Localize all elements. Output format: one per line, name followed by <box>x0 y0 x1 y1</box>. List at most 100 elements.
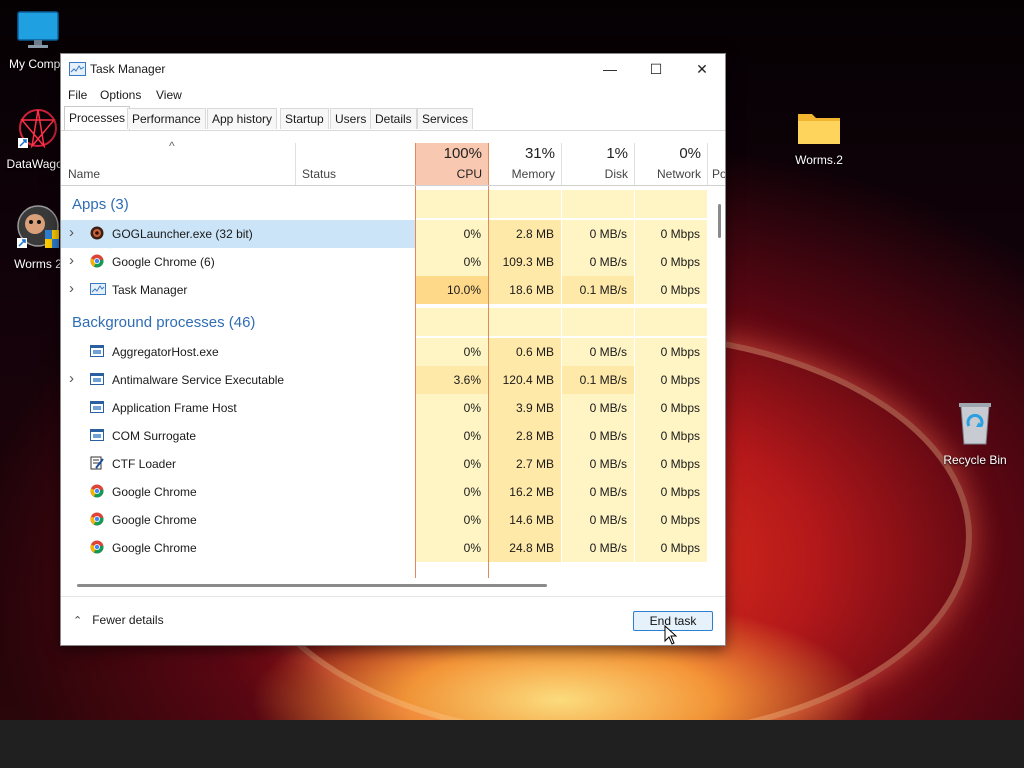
process-name: Antimalware Service Executable <box>112 373 285 387</box>
table-row[interactable]: CTF Loader 0% 2.7 MB 0 MB/s 0 Mbps <box>61 450 715 478</box>
memory-value: 18.6 MB <box>509 283 554 297</box>
table-row[interactable]: Application Frame Host 0% 3.9 MB 0 MB/s 0 Mb… <box>61 394 715 422</box>
tab-services[interactable]: Services <box>417 108 474 129</box>
column-label: Name <box>68 167 101 181</box>
group-header-background[interactable]: Background processes (46) <box>61 308 715 336</box>
scrollbar-thumb[interactable] <box>77 584 547 587</box>
network-value: 0 Mbps <box>660 513 700 527</box>
memory-cell: 18.6 MB <box>489 276 561 304</box>
table-row[interactable]: › Google Chrome (6) 0% 109.3 MB 0 MB/s 0 Mbps <box>61 248 715 276</box>
network-value: 0 Mbps <box>660 457 700 471</box>
column-label: Disk <box>604 167 628 181</box>
process-name: Google Chrome (6) <box>112 255 215 269</box>
disk-cell: 0 MB/s <box>562 338 634 366</box>
memory-cell: 0.6 MB <box>489 338 561 366</box>
maximize-button[interactable]: ☐ <box>633 54 679 84</box>
memory-value: 2.8 MB <box>515 429 554 443</box>
process-name-cell[interactable]: Google Chrome <box>61 534 415 562</box>
close-button[interactable]: ✕ <box>679 54 725 84</box>
cpu-cell: 0% <box>416 422 488 450</box>
minimize-button[interactable]: — <box>587 54 633 84</box>
column-header-cpu[interactable]: 100% CPU <box>415 143 489 185</box>
group-title: Apps (3) <box>72 196 129 213</box>
table-row[interactable]: Google Chrome 0% 16.2 MB 0 MB/s 0 Mbps <box>61 478 715 506</box>
desktop-icon-recycle-bin[interactable]: Recycle Bin <box>937 400 1013 467</box>
column-header-disk[interactable]: 1% Disk <box>562 143 634 185</box>
column-label: Po <box>712 167 725 181</box>
window-app-icon <box>90 400 104 414</box>
process-name-cell[interactable]: COM Surrogate <box>61 422 415 450</box>
group-header-apps[interactable]: Apps (3) <box>61 190 715 218</box>
desktop-icon-worms-folder[interactable]: Worms.2 <box>781 108 857 167</box>
folder-icon <box>798 114 840 144</box>
process-name-cell[interactable]: CTF Loader <box>61 450 415 478</box>
tab-users[interactable]: Users <box>330 108 372 129</box>
process-name-cell[interactable]: Google Chrome <box>61 506 415 534</box>
cpu-value: 0% <box>463 401 481 415</box>
network-cell: 0 Mbps <box>635 366 707 394</box>
menu-file[interactable]: File <box>68 88 87 102</box>
tab-app-history[interactable]: App history <box>207 108 278 129</box>
disk-value: 0 MB/s <box>589 513 627 527</box>
horizontal-scrollbar[interactable] <box>61 578 725 592</box>
chevron-right-icon[interactable]: › <box>69 224 74 241</box>
fewer-details-toggle[interactable]: ⌃ Fewer details <box>73 613 164 627</box>
chevron-right-icon[interactable]: › <box>69 370 74 387</box>
process-name-cell[interactable]: › Antimalware Service Executable <box>61 366 415 394</box>
table-row[interactable]: AggregatorHost.exe 0% 0.6 MB 0 MB/s 0 Mbps <box>61 338 715 366</box>
table-row[interactable]: › Task Manager 10.0% 18.6 MB 0.1 MB/s 0 Mbps <box>61 276 715 304</box>
chevron-right-icon[interactable]: › <box>69 280 74 297</box>
disk-cell: 0.1 MB/s <box>562 366 634 394</box>
heat-cell <box>416 308 488 336</box>
scrollbar-thumb[interactable] <box>718 204 721 238</box>
column-header-network[interactable]: 0% Network <box>635 143 707 185</box>
footer: ⌃ Fewer details End task <box>61 596 725 646</box>
title-bar[interactable]: Task Manager — ☐ ✕ <box>61 54 725 84</box>
disk-cell: 0 MB/s <box>562 248 634 276</box>
column-header-memory[interactable]: 31% Memory <box>489 143 561 185</box>
process-name: Google Chrome <box>112 485 197 499</box>
chrome-icon <box>90 512 104 526</box>
table-row[interactable]: › Antimalware Service Executable 3.6% 120.4… <box>61 366 715 394</box>
process-name-cell[interactable]: › GOGLauncher.exe (32 bit) <box>61 220 415 248</box>
task-manager-icon <box>69 62 86 76</box>
mouse-cursor-icon <box>664 625 678 645</box>
column-header-name[interactable]: Name <box>61 143 295 185</box>
process-name-cell[interactable]: › Google Chrome (6) <box>61 248 415 276</box>
vertical-scrollbar[interactable] <box>715 186 725 578</box>
menu-view[interactable]: View <box>156 88 182 102</box>
process-list[interactable]: Apps (3) › GOGLauncher.exe (32 bit) 0% 2.8 M… <box>61 186 725 578</box>
cpu-value: 0% <box>463 227 481 241</box>
network-value: 0 Mbps <box>660 485 700 499</box>
process-name-cell[interactable]: AggregatorHost.exe <box>61 338 415 366</box>
table-row[interactable]: COM Surrogate 0% 2.8 MB 0 MB/s 0 Mbps <box>61 422 715 450</box>
chevron-right-icon[interactable]: › <box>69 252 74 269</box>
process-name-cell[interactable]: Google Chrome <box>61 478 415 506</box>
menu-options[interactable]: Options <box>100 88 141 102</box>
tab-details[interactable]: Details <box>370 108 417 129</box>
cpu-cell: 0% <box>416 394 488 422</box>
column-header-status[interactable]: Status <box>296 143 415 185</box>
table-row[interactable]: Google Chrome 0% 24.8 MB 0 MB/s 0 Mbps <box>61 534 715 562</box>
table-row[interactable]: Google Chrome 0% 14.6 MB 0 MB/s 0 Mbps <box>61 506 715 534</box>
network-value: 0 Mbps <box>660 255 700 269</box>
network-cell: 0 Mbps <box>635 478 707 506</box>
task-manager-window: Task Manager — ☐ ✕ File Options View Pro… <box>60 53 726 646</box>
process-name: Google Chrome <box>112 541 197 555</box>
process-name: AggregatorHost.exe <box>112 345 219 359</box>
ctf-loader-icon <box>90 456 104 470</box>
column-header-power[interactable]: Po <box>708 143 725 185</box>
tab-startup[interactable]: Startup <box>280 108 329 129</box>
process-name: CTF Loader <box>112 457 177 471</box>
memory-cell: 2.8 MB <box>489 220 561 248</box>
tab-performance[interactable]: Performance <box>127 108 206 129</box>
table-row[interactable]: › GOGLauncher.exe (32 bit) 0% 2.8 MB 0 MB/s 0… <box>61 220 715 248</box>
disk-value: 0 MB/s <box>589 401 627 415</box>
memory-value: 3.9 MB <box>515 401 554 415</box>
process-name-cell[interactable]: Application Frame Host <box>61 394 415 422</box>
column-label: CPU <box>456 167 482 181</box>
tab-processes[interactable]: Processes <box>64 106 131 130</box>
chrome-icon <box>90 540 104 554</box>
process-name-cell[interactable]: › Task Manager <box>61 276 415 304</box>
monitor-icon <box>17 11 59 48</box>
